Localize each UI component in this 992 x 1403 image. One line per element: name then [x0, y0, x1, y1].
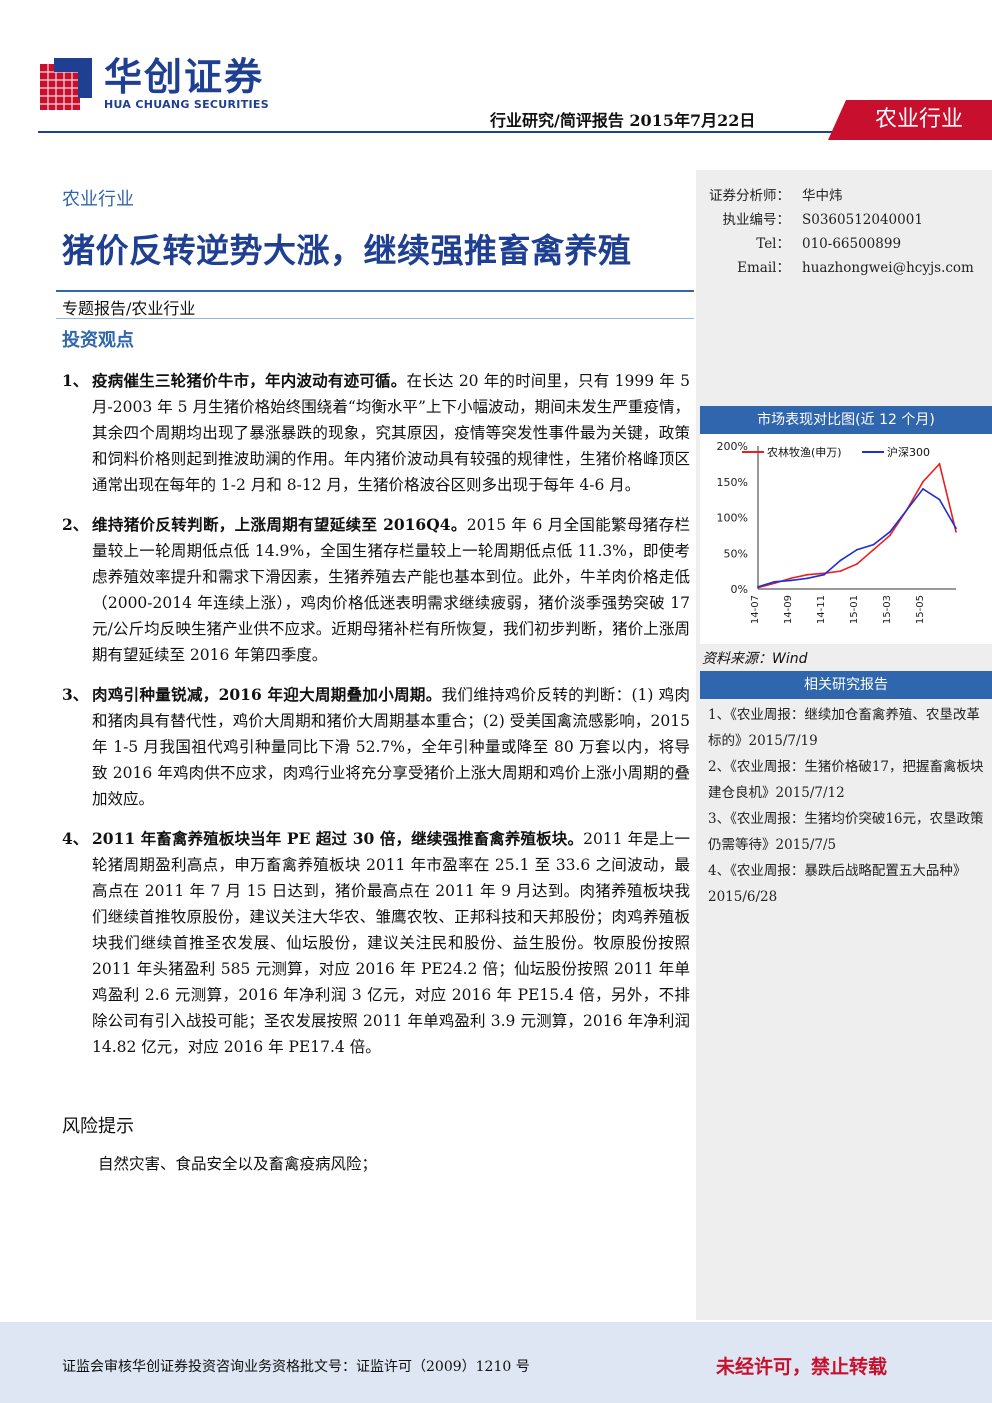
- investment-points: 1、 疫病催生三轮猪价牛市，年内波动有迹可循。在长达 20 年的时间里，只有 1…: [62, 368, 690, 1074]
- y-tick-label: 100%: [717, 512, 748, 525]
- data-point: [757, 585, 759, 588]
- point-body: 肉鸡引种量锐减，2016 年迎大周期叠加小周期。我们维持鸡价反转的判断：(1) …: [92, 682, 690, 812]
- point-item: 2、 维持猪价反转判断，上涨周期有望延续至 2016Q4。2015 年 6 月全…: [62, 512, 690, 668]
- data-point: [856, 563, 858, 565]
- point-item: 1、 疫病催生三轮猪价牛市，年内波动有迹可循。在长达 20 年的时间里，只有 1…: [62, 368, 690, 498]
- point-number: 3、: [62, 685, 89, 704]
- legend-label: 农林牧渔(申万): [767, 445, 842, 459]
- analyst-row: 证券分析师： 华中炜: [708, 184, 974, 208]
- y-tick-label: 50%: [724, 547, 748, 560]
- analyst-key: Tel：: [756, 236, 790, 252]
- data-point: [823, 573, 825, 576]
- point-body: 2011 年畜禽养殖板块当年 PE 超过 30 倍，继续强推畜禽养殖板块。201…: [92, 826, 690, 1060]
- data-point: [905, 509, 908, 512]
- data-point: [839, 559, 842, 562]
- point-text: 我们维持鸡价反转的判断：(1) 鸡肉和猪肉具有替代性，鸡价大周期和猪价大周期基本…: [92, 686, 690, 808]
- point-lead: 2011 年畜禽养殖板块当年 PE 超过 30 倍，继续强推畜禽养殖板块。: [92, 829, 584, 848]
- logo-english-name: HUA CHUANG SECURITIES: [104, 98, 269, 111]
- point-number: 1、: [62, 371, 89, 390]
- data-point: [856, 548, 858, 551]
- performance-chart: 0%50%100%150%200%14-07 14-09 14-11 15-01 15-…: [717, 440, 957, 624]
- x-tick-label: 14-07: [750, 595, 761, 624]
- risk-heading: 风险提示: [62, 1116, 134, 1137]
- series-line: [757, 462, 957, 589]
- data-point: [872, 548, 875, 551]
- data-point: [790, 577, 792, 580]
- chart-container: 0% 50% 100% 150% 200% 14-07 14-09 14-11 15-01 15-…: [700, 434, 992, 644]
- related-report-link[interactable]: 1、《农业周报：继续加仓畜禽养殖、农垦改革标的》2015/7/19: [708, 702, 988, 754]
- data-point: [922, 488, 924, 490]
- data-point: [938, 462, 941, 465]
- sector-tab: 农业行业: [828, 100, 992, 140]
- analyst-info: 证券分析师： 华中炜 执业编号： S0360512040001 Tel： 010-66…: [708, 184, 974, 280]
- analyst-key: 执业编号：: [722, 212, 791, 228]
- data-point: [889, 534, 891, 537]
- legend-label: 沪深300: [887, 445, 930, 459]
- x-tick-label: 15-01: [849, 595, 860, 624]
- point-item: 3、 肉鸡引种量锐减，2016 年迎大周期叠加小周期。我们维持鸡价反转的判断：(…: [62, 682, 690, 812]
- analyst-key: 证券分析师：: [709, 188, 790, 204]
- invest-heading: 投资观点: [62, 330, 134, 351]
- license-statement: 证监会审核华创证券投资咨询业务资格批文号：证监许可（2009）1210 号: [62, 1359, 530, 1375]
- analyst-value: S0360512040001: [802, 212, 923, 228]
- point-number: 2、: [62, 515, 89, 534]
- point-item: 4、 2011 年畜禽养殖板块当年 PE 超过 30 倍，继续强推畜禽养殖板块。…: [62, 826, 690, 1060]
- related-report-link[interactable]: 2、《农业周报：生猪价格破17，把握畜禽板块建仓良机》2015/7/12: [708, 754, 988, 806]
- x-tick-label: 14-09: [783, 595, 794, 624]
- reports-heading: 相关研究报告: [700, 671, 992, 699]
- report-type-divider: [56, 318, 694, 319]
- point-text: 在长达 20 年的时间里，只有 1999 年 5 月-2003 年 5 月生猪价…: [92, 372, 690, 494]
- point-number: 4、: [62, 829, 89, 848]
- data-point: [790, 579, 792, 582]
- data-point: [938, 498, 941, 501]
- y-tick-label: 0%: [731, 583, 748, 596]
- point-body: 疫病催生三轮猪价牛市，年内波动有迹可循。在长达 20 年的时间里，只有 1999…: [92, 368, 690, 498]
- data-point: [872, 543, 875, 546]
- company-logo-icon: [40, 58, 92, 110]
- point-lead: 维持猪价反转判断，上涨周期有望延续至 2016Q4。: [92, 515, 467, 534]
- data-point: [955, 530, 957, 533]
- point-body: 维持猪价反转判断，上涨周期有望延续至 2016Q4。2015 年 6 月全国能繁…: [92, 512, 690, 668]
- data-point: [806, 573, 809, 576]
- sector-label: 农业行业: [62, 189, 134, 210]
- analyst-row: Tel： 010-66500899: [708, 232, 974, 256]
- risk-text: 自然灾害、食品安全以及畜禽疫病风险；: [98, 1155, 378, 1173]
- analyst-email[interactable]: huazhongwei@hcyjs.com: [802, 256, 974, 280]
- chart-source: 资料来源：Wind: [702, 651, 808, 667]
- analyst-value: 华中炜: [802, 188, 843, 204]
- chart-heading: 市场表现对比图(近 12 个月): [700, 406, 992, 434]
- report-title: 猪价反转逆势大涨，继续强推畜禽养殖: [62, 231, 632, 270]
- x-tick-label: 15-05: [915, 595, 926, 624]
- copyright-notice: 未经许可，禁止转载: [716, 1356, 888, 1378]
- analyst-value: 010-66500899: [802, 236, 902, 252]
- header-divider: [38, 131, 846, 133]
- data-point: [889, 530, 891, 533]
- x-tick-label: 15-03: [882, 595, 893, 624]
- data-point: [955, 527, 957, 530]
- point-lead: 肉鸡引种量锐减，2016 年迎大周期叠加小周期。: [92, 685, 442, 704]
- x-tick-label: 14-11: [816, 595, 827, 624]
- y-tick-label: 150%: [717, 476, 748, 489]
- related-reports-list: 1、《农业周报：继续加仓畜禽养殖、农垦改革标的》2015/7/19 2、《农业周…: [708, 702, 988, 910]
- related-report-link[interactable]: 3、《农业周报：生猪均价突破16元，农垦政策仍需等待》2015/7/5: [708, 806, 988, 858]
- title-divider: [56, 290, 694, 292]
- data-point: [922, 480, 924, 483]
- data-point: [839, 570, 842, 573]
- data-point: [773, 580, 776, 583]
- series-line: [757, 487, 957, 588]
- point-text: 2011 年是上一轮猪周期盈利高点，申万畜禽养殖板块 2011 年市盈率在 25…: [92, 830, 690, 1056]
- report-type: 专题报告/农业行业: [62, 299, 196, 318]
- analyst-row: 执业编号： S0360512040001: [708, 208, 974, 232]
- analyst-key: Email：: [737, 260, 790, 276]
- data-point: [806, 577, 809, 580]
- related-report-link[interactable]: 4、《农业周报：暴跌后战略配置五大品种》2015/6/28: [708, 858, 988, 910]
- report-meta: 行业研究/简评报告 2015年7月22日: [490, 111, 756, 130]
- analyst-row: Email： huazhongwei@hcyjs.com: [708, 256, 974, 280]
- point-text: 2015 年 6 月全国能繁母猪存栏量较上一轮周期低点低 14.9%，全国生猪存…: [92, 516, 691, 664]
- point-lead: 疫病催生三轮猪价牛市，年内波动有迹可循。: [92, 371, 407, 390]
- logo-chinese-name: 华创证券: [104, 55, 265, 99]
